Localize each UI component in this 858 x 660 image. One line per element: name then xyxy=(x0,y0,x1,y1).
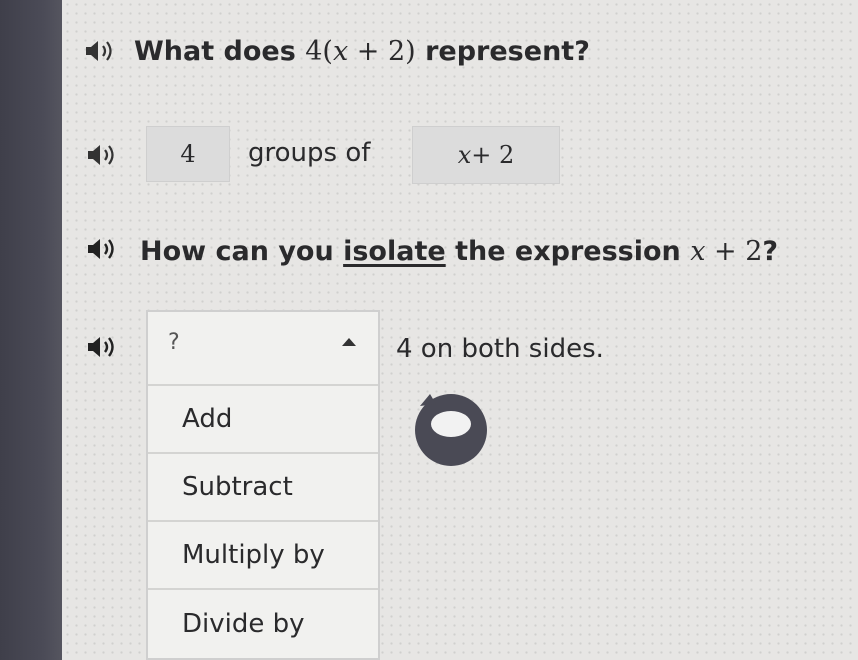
question2-rest: + 2 xyxy=(705,236,763,267)
question1-prefix: What does xyxy=(134,36,306,67)
question2-suffix: ? xyxy=(762,236,779,267)
question-how-to-isolate: How can you isolate the expression x + 2… xyxy=(140,236,778,267)
dropdown-option-label: Subtract xyxy=(182,472,293,502)
answer-box-groups-count[interactable]: 4 xyxy=(146,126,230,182)
question2-middle: the expression xyxy=(445,236,691,267)
isolate-glossary-link[interactable]: isolate xyxy=(343,236,446,267)
question1-coefficient: 4 xyxy=(305,36,323,67)
caret-up-icon[interactable] xyxy=(342,338,356,346)
question1-close-paren: ) xyxy=(405,36,416,67)
dropdown-option-subtract[interactable]: Subtract xyxy=(148,454,378,522)
on-both-sides-text: 4 on both sides. xyxy=(396,334,604,364)
question1-open-paren: ( xyxy=(322,36,333,67)
operation-dropdown[interactable]: ? Add Subtract Multiply by Divide by xyxy=(146,310,380,660)
question1-operator: + xyxy=(348,36,388,67)
dropdown-placeholder: ? xyxy=(168,330,180,355)
question2-variable: x xyxy=(690,236,706,267)
groups-of-text: groups of xyxy=(248,138,371,168)
answer-box-groups-count-value: 4 xyxy=(180,140,196,168)
question1-number: 2 xyxy=(387,36,406,67)
speaker-icon[interactable] xyxy=(84,334,120,360)
dropdown-option-label: Multiply by xyxy=(182,540,325,570)
dropdown-option-divide-by[interactable]: Divide by xyxy=(148,590,378,658)
question-what-does-represent: What does 4(x + 2) represent? xyxy=(134,36,590,67)
answer-box-group-expression[interactable]: x + 2 xyxy=(412,126,560,184)
left-screen-bezel xyxy=(0,0,62,660)
answer-box-group-expression-variable: x xyxy=(457,141,472,169)
speaker-icon[interactable] xyxy=(84,142,120,168)
speaker-icon[interactable] xyxy=(84,236,120,262)
speaker-icon[interactable] xyxy=(82,38,118,64)
dropdown-option-multiply-by[interactable]: Multiply by xyxy=(148,522,378,590)
dropdown-header[interactable]: ? xyxy=(148,312,378,386)
question1-suffix: represent? xyxy=(415,36,590,67)
dropdown-option-label: Add xyxy=(182,404,233,434)
question2-prefix: How can you xyxy=(140,236,344,267)
answer-box-group-expression-rest: + 2 xyxy=(471,141,515,169)
question1-variable: x xyxy=(332,36,349,67)
dropdown-option-add[interactable]: Add xyxy=(148,386,378,454)
dropdown-option-label: Divide by xyxy=(182,609,305,639)
progress-ring-icon xyxy=(406,384,496,474)
